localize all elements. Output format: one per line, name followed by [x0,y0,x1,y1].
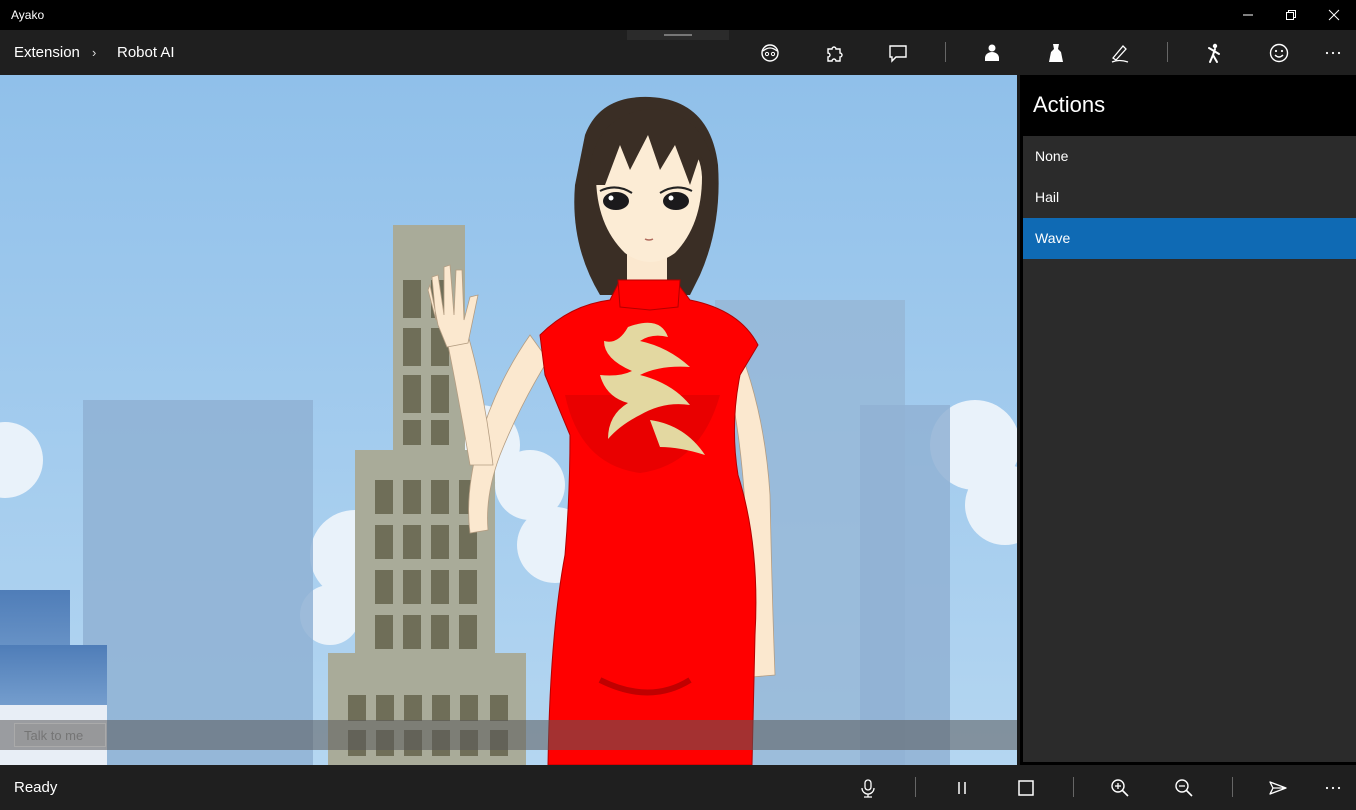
person-icon [985,44,999,61]
person-button[interactable] [966,30,1018,75]
minimize-button[interactable] [1226,0,1270,30]
talk-input[interactable] [14,723,106,747]
background-building [860,405,950,765]
more-icon [1325,786,1341,789]
more-button[interactable] [1307,765,1356,810]
statusbar-divider [915,777,916,797]
app-title: Ayako [11,8,45,22]
restore-button[interactable] [1269,0,1313,30]
minimize-icon [1243,14,1253,16]
send-button[interactable] [1252,765,1304,810]
action-item-wave[interactable]: Wave [1023,218,1356,259]
stop-icon [1018,779,1034,796]
smiley-icon [1269,43,1289,62]
breadcrumb-extension[interactable]: Extension [14,44,80,61]
pause-button[interactable] [936,765,988,810]
puzzle-button[interactable] [808,30,860,75]
character-viewport[interactable] [0,75,1017,765]
stop-button[interactable] [1000,765,1052,810]
close-button[interactable] [1312,0,1356,30]
dress-button[interactable] [1030,30,1082,75]
panel-title: Actions [1033,92,1106,117]
action-item-hail[interactable]: Hail [1023,177,1356,218]
talk-bar [0,720,1017,750]
microphone-button[interactable] [842,765,894,810]
more-button[interactable] [1307,30,1356,75]
breadcrumb-robot-ai[interactable]: Robot AI [117,44,175,61]
chat-button[interactable] [872,30,924,75]
pose-icon [1208,43,1220,63]
zoom-in-button[interactable] [1094,765,1146,810]
scene-illustration [0,75,1017,765]
statusbar-divider [1073,777,1074,797]
bot-face-icon [761,43,779,62]
bot-face-button[interactable] [744,30,796,75]
send-icon [1269,780,1287,795]
pose-button[interactable] [1188,30,1240,75]
signature-icon [1111,44,1129,63]
pause-icon [958,781,966,794]
zoom-out-icon [1175,778,1193,797]
dress-icon [1049,43,1063,62]
chat-icon [889,44,907,63]
status-text: Ready [14,779,58,796]
toolbar-divider [945,42,946,62]
status-bar: Ready [0,765,1356,810]
command-bar: Extension › Robot AI [0,30,1356,75]
signature-button[interactable] [1094,30,1146,75]
background-building [83,400,313,765]
puzzle-icon [827,45,843,62]
more-icon [1325,51,1341,54]
actions-list: None Hail Wave [1023,136,1356,762]
microphone-icon [861,778,875,798]
restore-icon [1286,10,1296,20]
zoom-out-button[interactable] [1158,765,1210,810]
action-item-none[interactable]: None [1023,136,1356,177]
statusbar-divider [1232,777,1233,797]
drag-handle[interactable] [627,30,729,40]
breadcrumb-separator: › [92,45,97,60]
toolbar-divider [1167,42,1168,62]
close-icon [1328,9,1340,21]
actions-panel: Actions None Hail Wave [1017,75,1356,765]
zoom-in-icon [1111,778,1129,797]
title-bar: Ayako [0,0,1356,30]
smiley-button[interactable] [1253,30,1305,75]
